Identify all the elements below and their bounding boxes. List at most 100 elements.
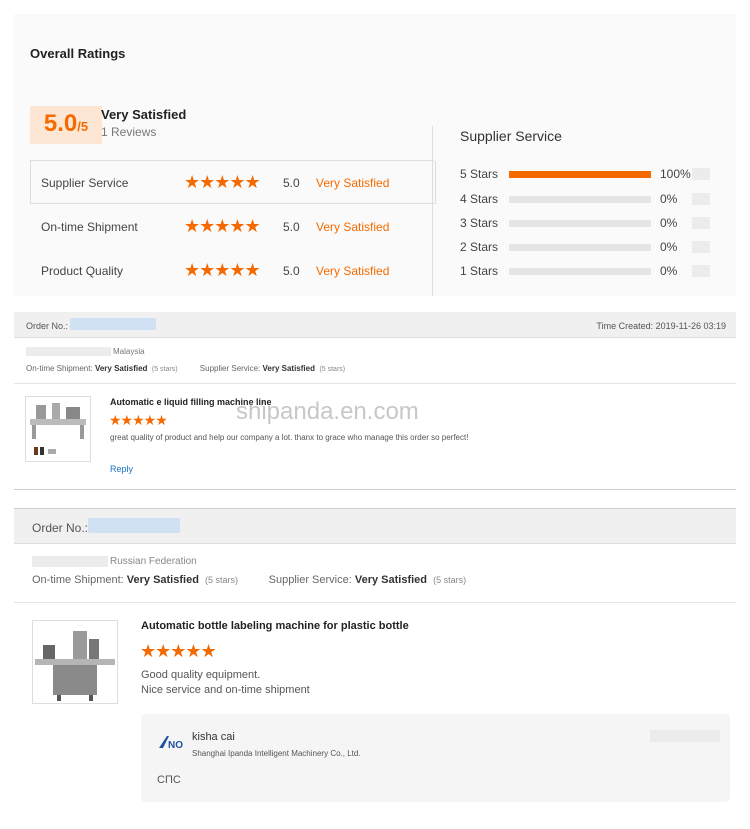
distribution-percent: 0% bbox=[660, 216, 678, 230]
review-count: 1 Reviews bbox=[101, 125, 157, 139]
score-badge: 5.0 /5 bbox=[30, 106, 102, 144]
distribution-label: 1 Stars bbox=[460, 264, 499, 278]
rating-row-supplier-service: Supplier Service ★★★★★ 5.0 Very Satisfie… bbox=[30, 161, 434, 203]
distribution-percent: 0% bbox=[660, 192, 678, 206]
order-number-label: Order No.: bbox=[26, 321, 69, 331]
overall-ratings-panel: Overall Ratings 5.0 /5 Very Satisfied 1 … bbox=[14, 14, 736, 296]
rating-text: Very Satisfied bbox=[316, 220, 390, 234]
review-comment: great quality of product and help our co… bbox=[110, 433, 469, 442]
star-rating-icon: ★★★★★ bbox=[109, 412, 168, 428]
reply-author-name: kisha cai bbox=[192, 731, 235, 743]
redacted-count bbox=[692, 217, 710, 229]
reply-author-company: Shanghai Ipanda Intelligent Machinery Co… bbox=[192, 749, 361, 758]
score-value: 5.0 bbox=[43, 110, 78, 137]
reply-date-redacted bbox=[650, 730, 720, 742]
ontime-value: Very Satisfied bbox=[94, 364, 148, 373]
rating-text: Very Satisfied bbox=[316, 176, 390, 190]
review-comment-line: Nice service and on-time shipment bbox=[141, 684, 310, 696]
rating-label: On-time Shipment bbox=[41, 220, 138, 234]
rating-row-product-quality: Product Quality ★★★★★ 5.0 Very Satisfied bbox=[30, 249, 434, 291]
supplier-value: Very Satisfied bbox=[354, 574, 427, 586]
ontime-label: On-time Shipment: bbox=[26, 364, 93, 373]
supplier-service-title: Supplier Service bbox=[460, 128, 562, 144]
distribution-label: 3 Stars bbox=[460, 216, 499, 230]
star-rating-icon: ★★★★★ bbox=[184, 260, 261, 280]
review-comment-line: Good quality equipment. bbox=[141, 669, 261, 681]
distribution-percent: 100% bbox=[660, 167, 691, 181]
distribution-bar bbox=[509, 244, 651, 251]
rating-value: 5.0 bbox=[283, 264, 300, 278]
distribution-bar-fill bbox=[509, 171, 651, 178]
order-ratings-summary: On-time Shipment: Very Satisfied (5 star… bbox=[32, 574, 466, 586]
distribution-row: 3 Stars 0% bbox=[460, 215, 720, 231]
product-thumbnail[interactable] bbox=[32, 620, 118, 704]
buyer-name-redacted bbox=[26, 347, 111, 357]
review-comment: Good quality equipment. Nice service and… bbox=[141, 668, 310, 698]
time-created: Time Created: 2019-11-26 03:19 bbox=[596, 321, 726, 331]
supplier-value: Very Satisfied bbox=[262, 364, 315, 373]
distribution-bar bbox=[509, 196, 651, 203]
score-suffix: /5 bbox=[77, 119, 89, 134]
ontime-value: Very Satisfied bbox=[126, 574, 199, 586]
rating-label: Supplier Service bbox=[41, 176, 129, 190]
country-name: Russian Federation bbox=[110, 556, 197, 568]
supplier-stars: (5 stars) bbox=[433, 575, 467, 585]
rating-text: Very Satisfied bbox=[316, 264, 390, 278]
product-title[interactable]: Automatic bottle labeling machine for pl… bbox=[141, 620, 409, 632]
distribution-row: 5 Stars 100% bbox=[460, 166, 720, 182]
ontime-label: On-time Shipment: bbox=[32, 574, 124, 586]
order-header: Order No.: bbox=[14, 508, 736, 544]
distribution-row: 1 Stars 0% bbox=[460, 263, 720, 279]
supplier-stars: (5 stars) bbox=[319, 366, 346, 373]
supplier-label: Supplier Service: bbox=[268, 574, 352, 586]
order-number-label: Order No.: bbox=[32, 521, 89, 535]
distribution-bar bbox=[509, 268, 651, 275]
distribution-row: 4 Stars 0% bbox=[460, 191, 720, 207]
company-logo-icon: NO bbox=[157, 734, 187, 752]
order-header: Order No.: Time Created: 2019-11-26 03:1… bbox=[14, 312, 736, 338]
redacted-count bbox=[692, 193, 710, 205]
country-name: Malaysia bbox=[113, 347, 145, 356]
distribution-bar bbox=[509, 171, 651, 178]
star-rating-icon: ★★★★★ bbox=[140, 641, 217, 661]
buyer-country: Russian Federation bbox=[32, 556, 197, 567]
order-number-redacted[interactable] bbox=[70, 318, 156, 330]
order-ratings-summary: On-time Shipment: Very Satisfied (5 star… bbox=[26, 364, 345, 373]
divider bbox=[14, 383, 736, 384]
distribution-row: 2 Stars 0% bbox=[460, 239, 720, 255]
rating-breakdown: Supplier Service ★★★★★ 5.0 Very Satisfie… bbox=[30, 160, 436, 292]
labeling-machine-icon bbox=[35, 631, 115, 701]
distribution-percent: 0% bbox=[660, 240, 678, 254]
supplier-label: Supplier Service: bbox=[199, 364, 261, 373]
buyer-name-redacted bbox=[32, 556, 108, 567]
rating-row-on-time-shipment: On-time Shipment ★★★★★ 5.0 Very Satisfie… bbox=[30, 205, 434, 247]
reply-link[interactable]: Reply bbox=[110, 464, 133, 474]
rating-value: 5.0 bbox=[283, 220, 300, 234]
redacted-count bbox=[692, 241, 710, 253]
watermark: shipanda.en.com bbox=[236, 398, 419, 425]
redacted-count bbox=[692, 265, 710, 277]
rating-label: Product Quality bbox=[41, 264, 124, 278]
distribution-label: 5 Stars bbox=[460, 167, 499, 181]
buyer-country: Malaysia bbox=[26, 347, 145, 357]
filling-machine-icon bbox=[30, 403, 86, 455]
divider bbox=[432, 126, 433, 296]
star-rating-icon: ★★★★★ bbox=[184, 216, 261, 236]
ontime-stars: (5 stars) bbox=[205, 575, 239, 585]
product-thumbnail[interactable] bbox=[25, 396, 91, 462]
star-rating-icon: ★★★★★ bbox=[184, 172, 261, 192]
ontime-stars: (5 stars) bbox=[151, 366, 178, 373]
order-number-redacted[interactable] bbox=[88, 518, 180, 533]
order-review-card: Order No.: Russian Federation On-time Sh… bbox=[14, 508, 736, 818]
divider bbox=[14, 602, 736, 603]
rating-value: 5.0 bbox=[283, 176, 300, 190]
svg-text:NO: NO bbox=[168, 740, 183, 751]
reply-text: СПС bbox=[157, 774, 181, 786]
distribution-percent: 0% bbox=[660, 264, 678, 278]
supplier-reply-box: NO kisha cai Shanghai Ipanda Intelligent… bbox=[141, 714, 730, 802]
distribution-bar bbox=[509, 220, 651, 227]
score-label: Very Satisfied bbox=[101, 107, 187, 122]
overall-ratings-title: Overall Ratings bbox=[30, 46, 126, 61]
redacted-count bbox=[692, 168, 710, 180]
distribution-label: 2 Stars bbox=[460, 240, 499, 254]
